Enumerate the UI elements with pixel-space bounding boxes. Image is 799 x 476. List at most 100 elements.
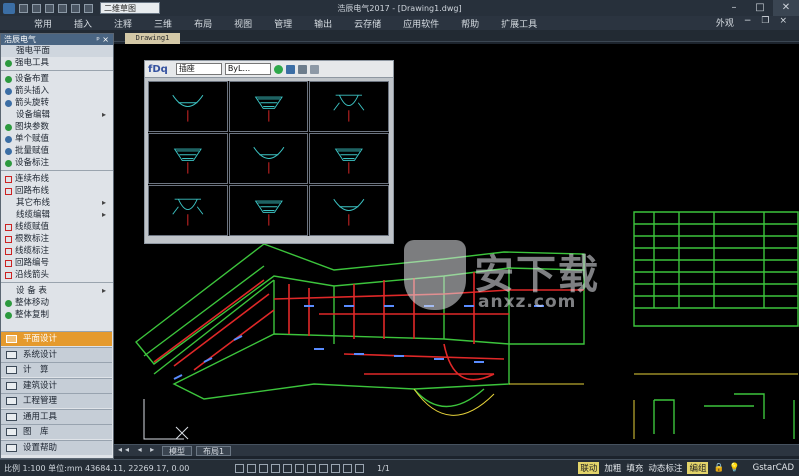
palette-command[interactable]: 回路编号 bbox=[1, 257, 113, 269]
palette-command[interactable]: 其它布线 ▸ bbox=[1, 197, 113, 209]
redo-icon[interactable] bbox=[84, 3, 93, 13]
mode-bold[interactable]: 加粗 bbox=[604, 462, 621, 474]
viewport-icon[interactable] bbox=[343, 463, 352, 473]
ribbon-strip bbox=[0, 30, 799, 42]
scale-label[interactable]: 比例 1:100 bbox=[4, 464, 46, 473]
palette-command[interactable]: 设备编辑 ▸ bbox=[1, 109, 113, 121]
open-file-icon[interactable] bbox=[32, 3, 41, 13]
accordion-tab[interactable]: 建筑设计 bbox=[1, 377, 112, 393]
palette-command[interactable]: 沿线箭头 bbox=[1, 269, 113, 281]
drawing-tab[interactable]: Drawing1 bbox=[125, 33, 180, 44]
palette-command[interactable]: 强电工具 bbox=[1, 57, 113, 69]
menu-item[interactable]: 注释 bbox=[114, 17, 132, 30]
mode-link[interactable]: 联动 bbox=[578, 462, 600, 474]
menu-item[interactable]: 插入 bbox=[74, 17, 92, 30]
appearance-menu[interactable]: 外观 bbox=[716, 16, 734, 29]
menu-item[interactable]: 扩展工具 bbox=[501, 17, 537, 30]
accordion-tab[interactable]: 设置帮助 bbox=[1, 439, 112, 455]
menu-item[interactable]: 帮助 bbox=[461, 17, 479, 30]
mode-group[interactable]: 编组 bbox=[687, 462, 709, 474]
workspace-icon[interactable] bbox=[355, 463, 364, 473]
menu-item[interactable]: 视图 bbox=[234, 17, 252, 30]
symbol-cell[interactable] bbox=[228, 81, 309, 132]
tab-layout1[interactable]: 布局1 bbox=[196, 446, 232, 456]
accordion-tab[interactable]: 平面设计 bbox=[1, 331, 112, 346]
new-file-icon[interactable] bbox=[19, 3, 28, 13]
bulb-icon[interactable]: 💡 bbox=[729, 463, 740, 473]
palette-command[interactable]: 箭头插入 bbox=[1, 85, 113, 97]
menu-item[interactable]: 应用软件 bbox=[403, 17, 439, 30]
more-icon[interactable] bbox=[309, 64, 319, 74]
lineweight-icon[interactable] bbox=[307, 463, 316, 473]
grid-icon[interactable] bbox=[247, 463, 256, 473]
layer-dropdown[interactable]: ByL... bbox=[224, 63, 271, 75]
palette-title-bar[interactable]: 浩辰电气 ᵖ × bbox=[1, 34, 113, 45]
otrack-icon[interactable] bbox=[295, 463, 304, 473]
accordion-tab[interactable]: 系统设计 bbox=[1, 346, 112, 362]
wire-icon bbox=[5, 272, 12, 279]
model-space-icon[interactable] bbox=[319, 463, 328, 473]
menu-item[interactable]: 常用 bbox=[34, 17, 52, 30]
snap-icon[interactable] bbox=[235, 463, 244, 473]
menu-item[interactable]: 布局 bbox=[194, 17, 212, 30]
ribbon-minimize-icon[interactable]: − bbox=[744, 16, 752, 29]
accordion-tab[interactable]: 通用工具 bbox=[1, 408, 112, 424]
symbol-cell[interactable] bbox=[148, 133, 228, 184]
symbol-cell[interactable] bbox=[148, 185, 228, 236]
symbol-cell[interactable] bbox=[148, 81, 228, 132]
symbol-cell[interactable] bbox=[309, 133, 389, 184]
menu-item[interactable]: 输出 bbox=[314, 17, 332, 30]
symbol-picker-window[interactable]: fDq 插座 ByL... bbox=[144, 60, 394, 244]
undo-icon[interactable] bbox=[71, 3, 80, 13]
accordion-tab[interactable]: 图 库 bbox=[1, 424, 112, 439]
mode-fill[interactable]: 填充 bbox=[626, 462, 643, 474]
ribbon-restore-icon[interactable]: ❐ bbox=[761, 16, 769, 29]
accordion-tab[interactable]: 计 算 bbox=[1, 362, 112, 377]
category-dropdown[interactable]: 插座 bbox=[175, 63, 222, 75]
ortho-icon[interactable] bbox=[259, 463, 268, 473]
palette-command[interactable]: 单个赋值 bbox=[1, 133, 113, 145]
polar-icon[interactable] bbox=[271, 463, 280, 473]
palette-command[interactable]: 箭头旋转 bbox=[1, 97, 113, 109]
grid-view-icon[interactable] bbox=[285, 64, 295, 74]
pin-icon[interactable]: ᵖ × bbox=[96, 34, 109, 45]
menu-item[interactable]: 云存储 bbox=[354, 17, 381, 30]
palette-command[interactable]: 图块参数 bbox=[1, 121, 113, 133]
symbol-cell[interactable] bbox=[228, 133, 309, 184]
symbol-cell[interactable] bbox=[228, 185, 309, 236]
palette-command[interactable]: 整体复制 bbox=[1, 309, 113, 321]
palette-command[interactable]: 整体移动 bbox=[1, 297, 113, 309]
palette-command[interactable]: 回路布线 bbox=[1, 185, 113, 197]
annotation-icon[interactable] bbox=[331, 463, 340, 473]
palette-command[interactable]: 线缆编辑 ▸ bbox=[1, 209, 113, 221]
menu-item[interactable]: 三维 bbox=[154, 17, 172, 30]
ribbon-close-icon[interactable]: × bbox=[779, 16, 787, 29]
lock-icon[interactable]: 🔒 bbox=[713, 463, 724, 473]
palette-command[interactable]: 连续布线 bbox=[1, 173, 113, 185]
palette-command[interactable]: 批量赋值 bbox=[1, 145, 113, 157]
confirm-icon[interactable] bbox=[273, 64, 283, 74]
palette-command[interactable]: 根数标注 bbox=[1, 233, 113, 245]
palette-command[interactable]: 设 备 表 ▸ bbox=[1, 285, 113, 297]
palette-category[interactable]: 强电平面 bbox=[1, 45, 113, 57]
settings-icon[interactable] bbox=[297, 64, 307, 74]
palette-command[interactable]: 线缆标注 bbox=[1, 245, 113, 257]
annotation-scale[interactable]: 1/1 bbox=[377, 464, 390, 473]
close-icon[interactable]: ✕ bbox=[773, 0, 799, 16]
menu-item[interactable]: 管理 bbox=[274, 17, 292, 30]
app-logo-icon[interactable] bbox=[3, 2, 15, 14]
mode-dynamic-dim[interactable]: 动态标注 bbox=[648, 462, 682, 474]
maximize-icon[interactable]: □ bbox=[747, 0, 773, 16]
print-icon[interactable] bbox=[58, 3, 67, 13]
palette-command[interactable]: 设备标注 bbox=[1, 157, 113, 169]
palette-command[interactable]: 线缆赋值 bbox=[1, 221, 113, 233]
symbol-cell[interactable] bbox=[309, 185, 389, 236]
palette-command[interactable]: 设备布置 bbox=[1, 73, 113, 85]
tab-model[interactable]: 模型 bbox=[162, 446, 192, 456]
workspace-select[interactable]: 二维草图 bbox=[100, 2, 160, 14]
accordion-tab[interactable]: 工程管理 bbox=[1, 393, 112, 408]
minimize-icon[interactable]: – bbox=[721, 0, 747, 16]
save-icon[interactable] bbox=[45, 3, 54, 13]
osnap-icon[interactable] bbox=[283, 463, 292, 473]
symbol-cell[interactable] bbox=[309, 81, 389, 132]
